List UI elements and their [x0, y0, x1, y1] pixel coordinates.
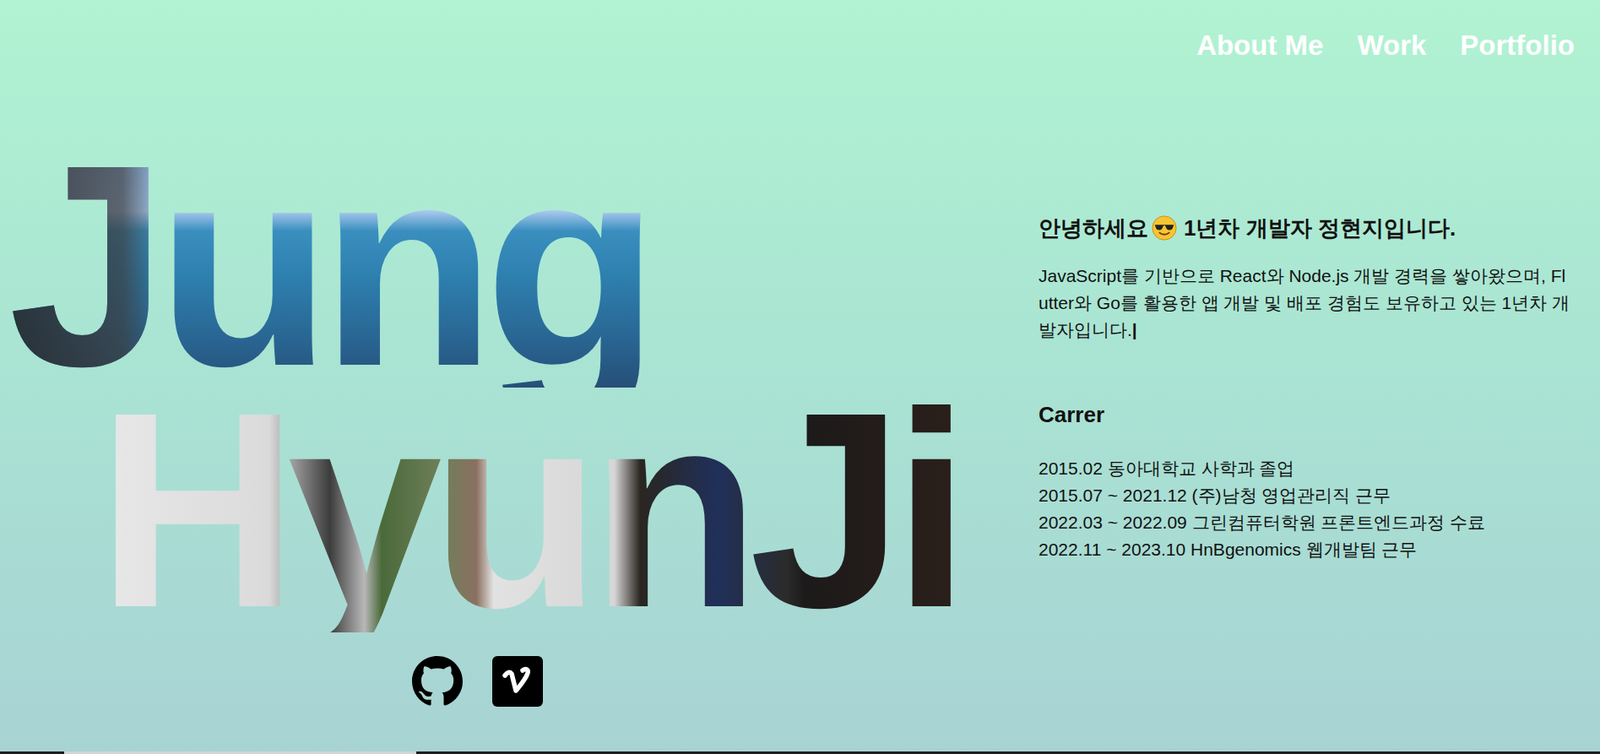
career-item: 2015.02 동아대학교 사학과 졸업 — [1038, 455, 1571, 483]
social-link[interactable] — [492, 656, 543, 707]
career-item: 2015.07 ~ 2021.12 (주)남청 영업관리직 근무 — [1038, 482, 1571, 510]
github-icon[interactable] — [412, 656, 463, 707]
portfolio-page: About Me Work Portfolio JungHyunJi 안녕하세요 1년차 … — [0, 0, 1600, 754]
intro-paragraph: JavaScript를 기반으로 React와 Node.js 개발 경력을 쌓… — [1038, 262, 1571, 344]
typing-cursor: | — [1132, 320, 1138, 340]
career-list: 2015.02 동아대학교 사학과 졸업2015.07 ~ 2021.12 (주… — [1038, 455, 1571, 564]
career-heading: Carrer — [1038, 401, 1571, 430]
hero: JungHyunJi 안녕하세요 1년차 개발자 정현지입니다. JavaScript… — [0, 62, 1600, 707]
sunglasses-face-icon — [1151, 215, 1177, 241]
greeting-text: 1년차 개발자 정현지입니다. — [1183, 214, 1456, 244]
greeting-heading: 안녕하세요 1년차 개발자 정현지입니다. — [1038, 214, 1571, 244]
vimeo-icon[interactable] — [492, 656, 543, 707]
social-link[interactable] — [412, 656, 463, 707]
career-item: 2022.03 ~ 2022.09 그린컴퓨터학원 프론트엔드과정 수료 — [1038, 509, 1571, 537]
name-photo-text: Jung — [8, 142, 960, 388]
section-edge — [0, 751, 1600, 754]
top-nav: About Me Work Portfolio — [0, 0, 1600, 63]
name-column: JungHyunJi — [0, 142, 960, 707]
greeting-text: 안녕하세요 — [1038, 214, 1149, 244]
name-photo-text: HyunJi — [97, 387, 960, 633]
nav-link[interactable]: About Me — [1196, 28, 1324, 63]
nav-link[interactable]: Work — [1356, 28, 1427, 63]
info-column: 안녕하세요 1년차 개발자 정현지입니다. JavaScript를 기반으로 Rea… — [1038, 214, 1571, 707]
nav-link[interactable]: Portfolio — [1459, 28, 1575, 63]
career-item: 2022.11 ~ 2023.10 HnBgenomics 웹개발팀 근무 — [1038, 536, 1571, 564]
social-links — [412, 656, 960, 707]
